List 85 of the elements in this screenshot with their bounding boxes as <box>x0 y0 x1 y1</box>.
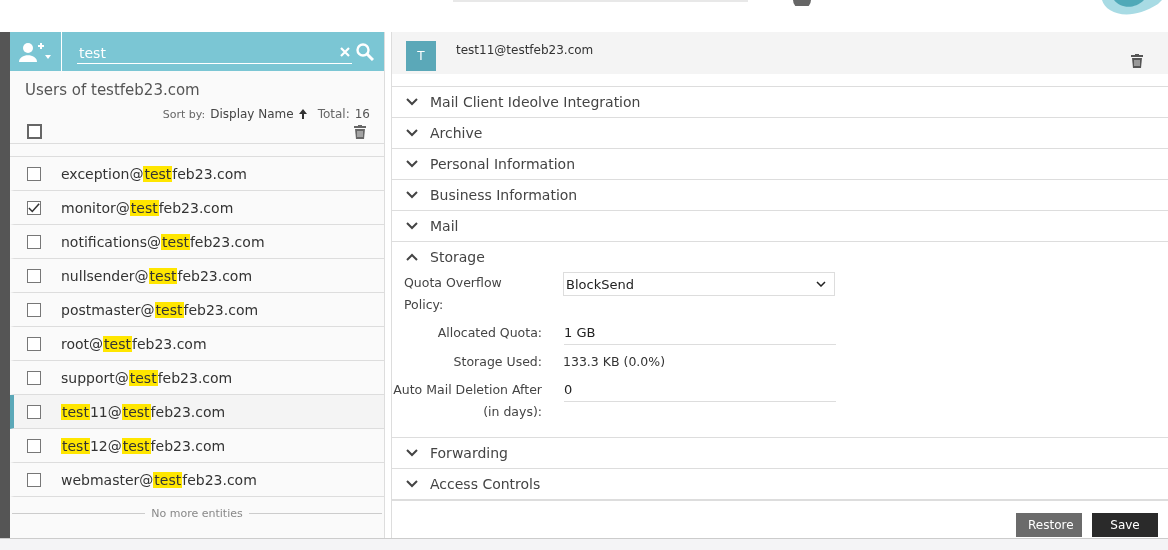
row-checkbox[interactable] <box>27 438 41 453</box>
section-header[interactable]: Storage <box>392 242 1168 273</box>
user-list-item[interactable]: root@testfeb23.com <box>10 327 384 361</box>
search-match-highlight: test <box>161 233 190 250</box>
select-all-checkbox[interactable] <box>27 124 42 139</box>
row-checkbox[interactable] <box>27 370 41 385</box>
row-checkbox[interactable] <box>27 234 41 249</box>
search-match-highlight: test <box>121 437 151 454</box>
search-match-highlight: test <box>128 369 158 386</box>
save-button[interactable]: Save <box>1092 513 1158 538</box>
total-label: Total: <box>317 107 350 121</box>
field-label: Storage Used: <box>452 353 542 372</box>
row-checkbox[interactable] <box>27 472 41 487</box>
section-header[interactable]: Business Information <box>392 180 1168 211</box>
user-avatar: T <box>406 41 436 71</box>
chevron-down-icon[interactable] <box>406 98 418 107</box>
row-checkbox[interactable] <box>27 336 41 351</box>
email-text: support@ <box>61 369 129 386</box>
row-checkbox[interactable] <box>27 200 41 215</box>
user-list-item[interactable]: exception@testfeb23.com <box>10 157 384 191</box>
end-of-list-note: No more entities <box>150 507 244 520</box>
chevron-up-icon[interactable] <box>406 253 418 262</box>
email-text: feb23.com <box>157 369 233 386</box>
chevron-down-icon[interactable] <box>406 222 418 231</box>
chevron-down-icon[interactable] <box>406 191 418 200</box>
email-text: feb23.com <box>182 471 257 488</box>
row-checkbox[interactable] <box>27 166 41 181</box>
email-text: 11@ <box>89 403 122 420</box>
policy-dropdown[interactable]: BlockSend <box>563 272 835 297</box>
field-value: 133.3 KB (0.0%) <box>563 353 665 372</box>
user-list-item[interactable]: webmaster@testfeb23.com <box>10 463 384 497</box>
sort-field-button[interactable]: Display Name <box>210 107 294 121</box>
trash-icon[interactable] <box>354 124 366 139</box>
email-text: feb23.com <box>177 267 253 284</box>
section-header[interactable]: Personal Information <box>392 149 1168 180</box>
input-field[interactable]: 0 <box>564 379 836 403</box>
row-checkbox[interactable] <box>27 302 41 317</box>
search-match-highlight: test <box>153 471 183 488</box>
total-count: 16 <box>354 107 370 121</box>
field-label: Quota Overflow Policy: <box>403 274 503 315</box>
email-text: root@ <box>61 335 104 352</box>
section-header[interactable]: Mail <box>392 211 1168 242</box>
user-email: test11@testfeb23.com <box>456 43 594 57</box>
section-header[interactable]: Forwarding <box>392 438 1168 469</box>
search-match-highlight: test <box>103 335 132 352</box>
search-match-highlight: test <box>129 199 159 216</box>
caret-icon[interactable] <box>816 281 826 288</box>
email-text: monitor@ <box>61 199 130 216</box>
search-match-highlight: test <box>61 403 90 420</box>
search-match-highlight: test <box>143 165 173 182</box>
chevron-down-icon[interactable] <box>406 480 418 489</box>
user-list-item[interactable]: monitor@testfeb23.com <box>10 191 384 225</box>
email-text: postmaster@ <box>61 301 155 318</box>
chevron-down-icon[interactable] <box>406 129 418 138</box>
email-text: webmaster@ <box>61 471 154 488</box>
email-text: feb23.com <box>189 233 265 250</box>
field-label: Auto Mail Deletion After (in days): <box>392 381 542 422</box>
user-icon[interactable] <box>793 0 811 6</box>
email-text: exception@ <box>61 165 144 182</box>
row-checkbox[interactable] <box>27 404 41 419</box>
input-field[interactable]: 1 GB <box>564 322 836 346</box>
email-text: feb23.com <box>131 335 207 352</box>
search-match-highlight: test <box>154 301 184 318</box>
user-list-item[interactable]: notifications@testfeb23.com <box>10 225 384 259</box>
chevron-down-icon[interactable] <box>406 160 418 169</box>
email-text: notifications@ <box>61 233 162 250</box>
trash-icon[interactable] <box>1131 54 1143 68</box>
search-match-highlight: test <box>148 267 178 284</box>
email-text: 12@ <box>89 437 122 454</box>
chevron-down-icon[interactable] <box>406 449 418 458</box>
section-header[interactable]: Access Controls <box>392 469 1168 500</box>
user-list-item[interactable]: nullsender@testfeb23.com <box>10 259 384 293</box>
sort-label: Sort by: <box>162 107 206 121</box>
arrow-up-icon[interactable] <box>298 109 307 119</box>
email-text: feb23.com <box>172 165 247 182</box>
field-label: Allocated Quota: <box>436 324 542 343</box>
section-header[interactable]: Mail Client Ideolve Integration <box>392 87 1168 118</box>
row-checkbox[interactable] <box>27 268 41 283</box>
search-match-highlight: test <box>61 437 90 454</box>
restore-button[interactable]: Restore <box>1016 513 1082 538</box>
email-text: feb23.com <box>158 199 234 216</box>
section-header[interactable]: Archive <box>392 118 1168 149</box>
email-text: nullsender@ <box>61 267 149 284</box>
list-title: Users of testfeb23.com <box>25 81 201 99</box>
search-match-highlight: test <box>121 403 151 420</box>
